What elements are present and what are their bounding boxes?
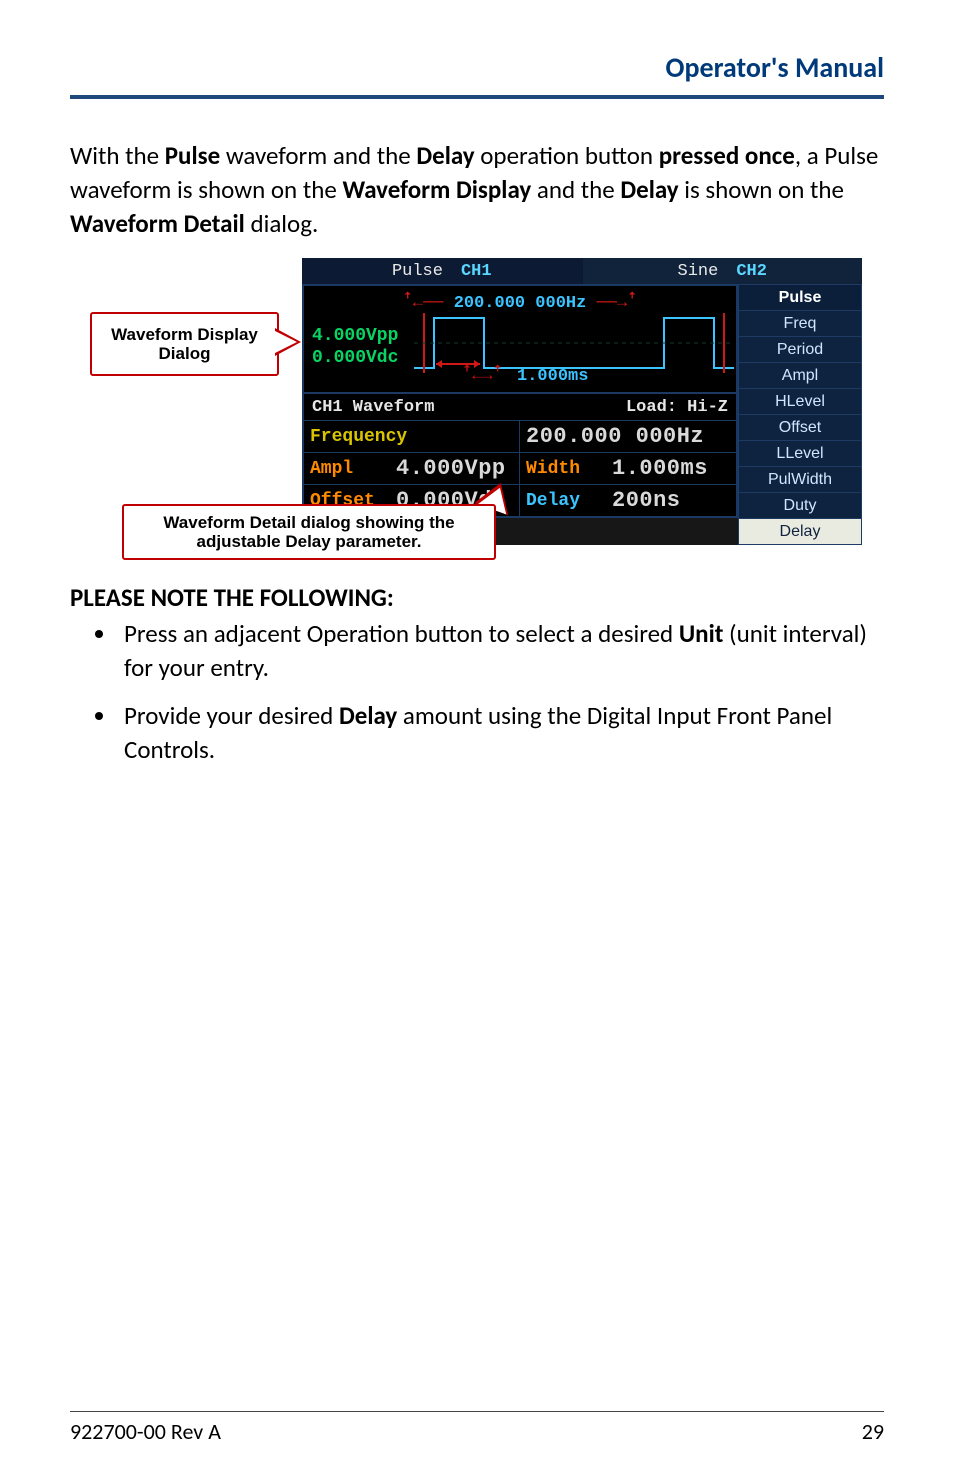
side-menu-item-llevel[interactable]: LLevel — [738, 441, 862, 467]
side-menu-item-hlevel[interactable]: HLevel — [738, 389, 862, 415]
detail-value-width: 1.000ms — [612, 456, 730, 481]
tab-ch2-waveform: Sine — [678, 262, 719, 281]
footer-left: 922700-00 Rev A — [70, 1418, 221, 1445]
figure: Waveform Display Dialog Pulse CH1 Sine C… — [82, 258, 872, 568]
detail-cell-width[interactable]: Width 1.000ms — [520, 452, 736, 484]
channel-tabs: Pulse CH1 Sine CH2 — [302, 258, 862, 284]
arrow-both-icon: ꜛ←→ꜛ — [462, 367, 503, 386]
period-annot: ꜛ←→ꜛ 1.000ms — [462, 367, 588, 386]
side-menu: Pulse Freq Period Ampl HLevel Offset LLe… — [738, 284, 862, 545]
detail-label-width: Width — [526, 459, 612, 479]
page: Operator's Manual With the Pulse wavefor… — [0, 0, 954, 1475]
list-item: Provide your desired Delay amount using … — [118, 699, 884, 767]
tab-ch2-label: CH2 — [736, 262, 767, 281]
footer-rule — [70, 1411, 884, 1412]
side-menu-title: Pulse — [738, 284, 862, 311]
side-menu-item-ampl[interactable]: Ampl — [738, 363, 862, 389]
tab-ch1[interactable]: Pulse CH1 — [302, 258, 583, 284]
waveform-detail-header: CH1 Waveform Load: Hi-Z — [302, 394, 738, 420]
vpp-value: 4.000Vpp — [312, 326, 398, 346]
detail-cell-frequency[interactable]: Frequency — [304, 420, 520, 452]
notes-list: Press an adjacent Operation button to se… — [70, 617, 884, 766]
detail-value-delay: 200ns — [612, 488, 730, 513]
detail-label-ampl: Ampl — [310, 459, 396, 479]
tab-ch1-waveform: Pulse — [392, 262, 443, 281]
callout-waveform-display-l2: Dialog — [111, 344, 258, 364]
callout-arrow-icon — [275, 331, 297, 353]
side-menu-item-pulwidth[interactable]: PulWidth — [738, 467, 862, 493]
page-header-title: Operator's Manual — [70, 50, 884, 93]
callout-waveform-display: Waveform Display Dialog — [90, 312, 279, 376]
side-menu-item-period[interactable]: Period — [738, 337, 862, 363]
period-annot-value: 1.000ms — [517, 367, 588, 386]
callout-waveform-detail: Waveform Detail dialog showing the adjus… — [122, 504, 496, 560]
detail-header-right: Load: Hi-Z — [626, 398, 728, 417]
detail-label-frequency: Frequency — [310, 427, 396, 447]
callout-waveform-detail-l2: adjustable Delay parameter. — [163, 532, 454, 552]
header-rule — [70, 95, 884, 99]
detail-value-ampl: 4.000Vpp — [396, 456, 513, 481]
side-menu-item-duty[interactable]: Duty — [738, 493, 862, 519]
footer: 922700-00 Rev A 29 — [70, 1411, 884, 1445]
tab-ch1-label: CH1 — [461, 262, 492, 281]
device-screen: Pulse CH1 Sine CH2 4.000Vpp 0.000Vdc ꜛ←─… — [302, 258, 862, 545]
intro-paragraph: With the Pulse waveform and the Delay op… — [70, 139, 884, 240]
side-menu-item-delay[interactable]: Delay — [738, 519, 862, 545]
detail-value-frequency: 200.000 000Hz — [526, 424, 730, 449]
list-item: Press an adjacent Operation button to se… — [118, 617, 884, 685]
side-menu-item-offset[interactable]: Offset — [738, 415, 862, 441]
note-heading: PLEASE NOTE THE FOLLOWING: — [70, 582, 884, 613]
callout-waveform-display-l1: Waveform Display — [111, 325, 258, 345]
detail-header-left: CH1 Waveform — [312, 398, 434, 417]
detail-cell-frequency-value[interactable]: 200.000 000Hz — [520, 420, 736, 452]
detail-label-delay: Delay — [526, 491, 612, 511]
detail-cell-delay[interactable]: Delay 200ns — [520, 484, 736, 516]
tab-ch2[interactable]: Sine CH2 — [583, 258, 863, 284]
side-menu-item-freq[interactable]: Freq — [738, 311, 862, 337]
footer-page-number: 29 — [862, 1418, 884, 1445]
vdc-value: 0.000Vdc — [312, 348, 398, 368]
waveform-display: 4.000Vpp 0.000Vdc ꜛ←── 200.000 000Hz ──→… — [302, 284, 738, 394]
callout-waveform-detail-l1: Waveform Detail dialog showing the — [163, 513, 454, 533]
